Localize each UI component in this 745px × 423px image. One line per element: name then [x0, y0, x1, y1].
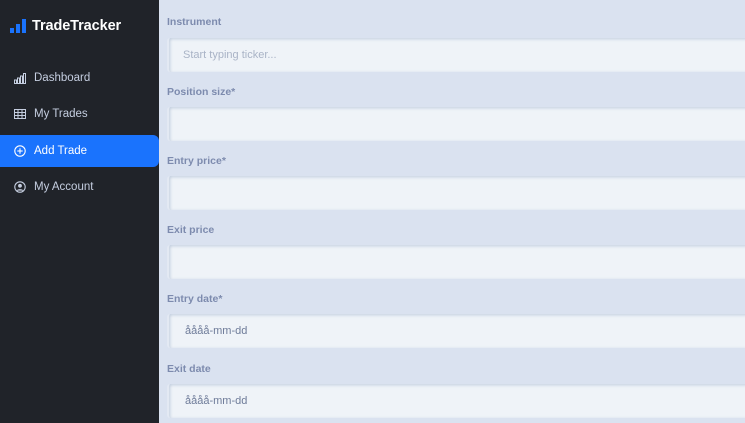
sidebar-item-my-account[interactable]: My Account [0, 171, 159, 203]
sidebar-item-label: Add Trade [34, 145, 88, 157]
brand-name: TradeTracker [32, 18, 122, 34]
instrument-input[interactable] [167, 38, 745, 72]
entry-date-input[interactable] [167, 314, 745, 348]
sidebar: TradeTracker Dashboard My Trades Add Tra… [0, 0, 159, 423]
exit-date-label: Exit date [167, 363, 211, 375]
position-size-label: Position size* [167, 86, 236, 98]
table-icon [14, 109, 26, 119]
sidebar-item-label: My Account [34, 181, 94, 193]
sidebar-item-label: My Trades [34, 108, 88, 120]
user-circle-icon [14, 181, 26, 193]
exit-date-input[interactable] [167, 384, 745, 418]
sidebar-item-dashboard[interactable]: Dashboard [0, 62, 159, 94]
exit-price-input[interactable] [167, 245, 745, 279]
sidebar-item-label: Dashboard [34, 72, 91, 84]
plus-circle-icon [14, 145, 26, 157]
entry-price-input[interactable] [167, 176, 745, 210]
entry-price-label: Entry price* [167, 155, 226, 167]
position-size-input[interactable] [167, 107, 745, 141]
instrument-label: Instrument [167, 16, 222, 28]
exit-price-label: Exit price [167, 224, 215, 236]
sidebar-item-my-trades[interactable]: My Trades [0, 98, 159, 130]
sidebar-item-add-trade[interactable]: Add Trade [0, 135, 159, 167]
entry-date-label: Entry date* [167, 293, 223, 305]
brand[interactable]: TradeTracker [10, 17, 121, 35]
bar-chart-icon [14, 73, 26, 84]
logo-bars-icon [10, 19, 26, 33]
